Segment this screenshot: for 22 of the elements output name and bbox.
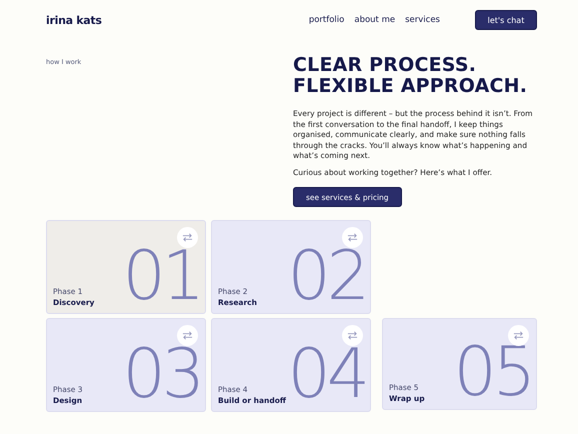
flip-button[interactable] <box>177 227 198 248</box>
nav-link[interactable]: about me <box>354 15 396 25</box>
swap-icon <box>347 232 358 243</box>
nav-link[interactable]: portfolio <box>308 15 344 25</box>
flip-button[interactable] <box>342 227 363 248</box>
swap-icon <box>347 330 358 341</box>
chat-button[interactable]: let's chat <box>475 10 537 30</box>
phase-number: 02 <box>287 243 366 311</box>
flip-button[interactable] <box>508 325 529 346</box>
phase-number: 04 <box>287 341 366 409</box>
flip-button[interactable] <box>177 325 198 346</box>
heading: FLEXIBLE APPROACH. <box>293 76 528 97</box>
nav-link[interactable]: services <box>405 15 440 25</box>
swap-icon <box>513 330 524 341</box>
flip-button[interactable] <box>342 325 363 346</box>
swap-icon <box>182 330 193 341</box>
heading: CLEAR PROCESS. <box>293 55 478 76</box>
phase-number: 05 <box>453 339 532 407</box>
phase-number: 03 <box>122 341 201 409</box>
swap-icon <box>182 232 193 243</box>
phase-number: 01 <box>122 243 201 311</box>
logo[interactable]: irina kats <box>46 14 102 26</box>
